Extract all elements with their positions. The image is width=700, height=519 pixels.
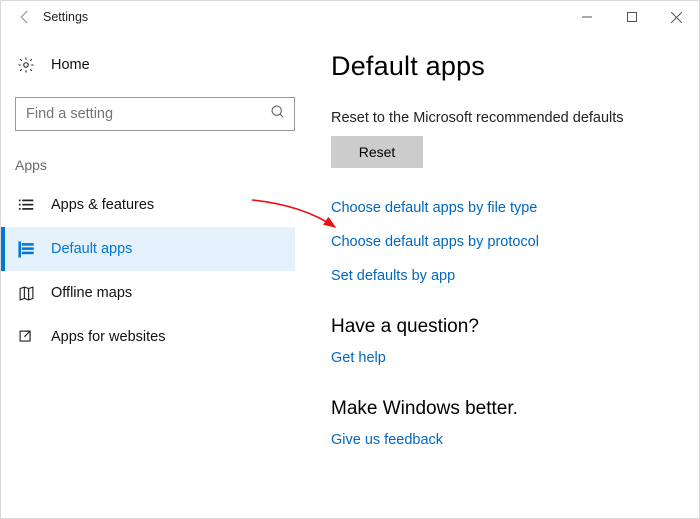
feedback-heading: Make Windows better.: [331, 398, 685, 420]
sidebar-item-apps-for-websites[interactable]: Apps for websites: [1, 315, 295, 359]
reset-caption: Reset to the Microsoft recommended defau…: [331, 110, 685, 126]
home-button[interactable]: Home: [15, 47, 295, 83]
page-title: Default apps: [331, 51, 685, 82]
back-button[interactable]: [1, 1, 45, 33]
home-label: Home: [51, 57, 90, 73]
close-button[interactable]: [654, 1, 699, 33]
search-field[interactable]: [26, 106, 256, 122]
link-set-defaults-by-app[interactable]: Set defaults by app: [331, 268, 685, 284]
link-get-help[interactable]: Get help: [331, 350, 685, 366]
question-heading: Have a question?: [331, 316, 685, 338]
maximize-button[interactable]: [609, 1, 654, 33]
search-icon: [270, 104, 286, 125]
search-input[interactable]: [15, 97, 295, 131]
sidebar-item-label: Apps for websites: [51, 329, 165, 345]
section-label: Apps: [15, 157, 295, 173]
sidebar-item-label: Apps & features: [51, 197, 154, 213]
gear-icon: [15, 56, 37, 74]
titlebar: Settings: [1, 1, 699, 33]
sidebar-item-label: Offline maps: [51, 285, 132, 301]
main-content: Default apps Reset to the Microsoft reco…: [309, 33, 699, 518]
sidebar-item-default-apps[interactable]: Default apps: [1, 227, 295, 271]
window-title: Settings: [43, 10, 88, 24]
launch-icon: [15, 329, 37, 346]
map-icon: [15, 285, 37, 302]
link-default-apps-by-file-type[interactable]: Choose default apps by file type: [331, 200, 685, 216]
minimize-button[interactable]: [564, 1, 609, 33]
sidebar-item-offline-maps[interactable]: Offline maps: [1, 271, 295, 315]
sidebar-item-apps-features[interactable]: Apps & features: [1, 183, 295, 227]
reset-button[interactable]: Reset: [331, 136, 423, 168]
link-default-apps-by-protocol[interactable]: Choose default apps by protocol: [331, 234, 685, 250]
list-icon: [15, 197, 37, 214]
sidebar-item-label: Default apps: [51, 241, 132, 257]
link-give-feedback[interactable]: Give us feedback: [331, 432, 685, 448]
defaults-icon: [15, 241, 37, 258]
sidebar: Home Apps Apps & features: [1, 33, 309, 518]
